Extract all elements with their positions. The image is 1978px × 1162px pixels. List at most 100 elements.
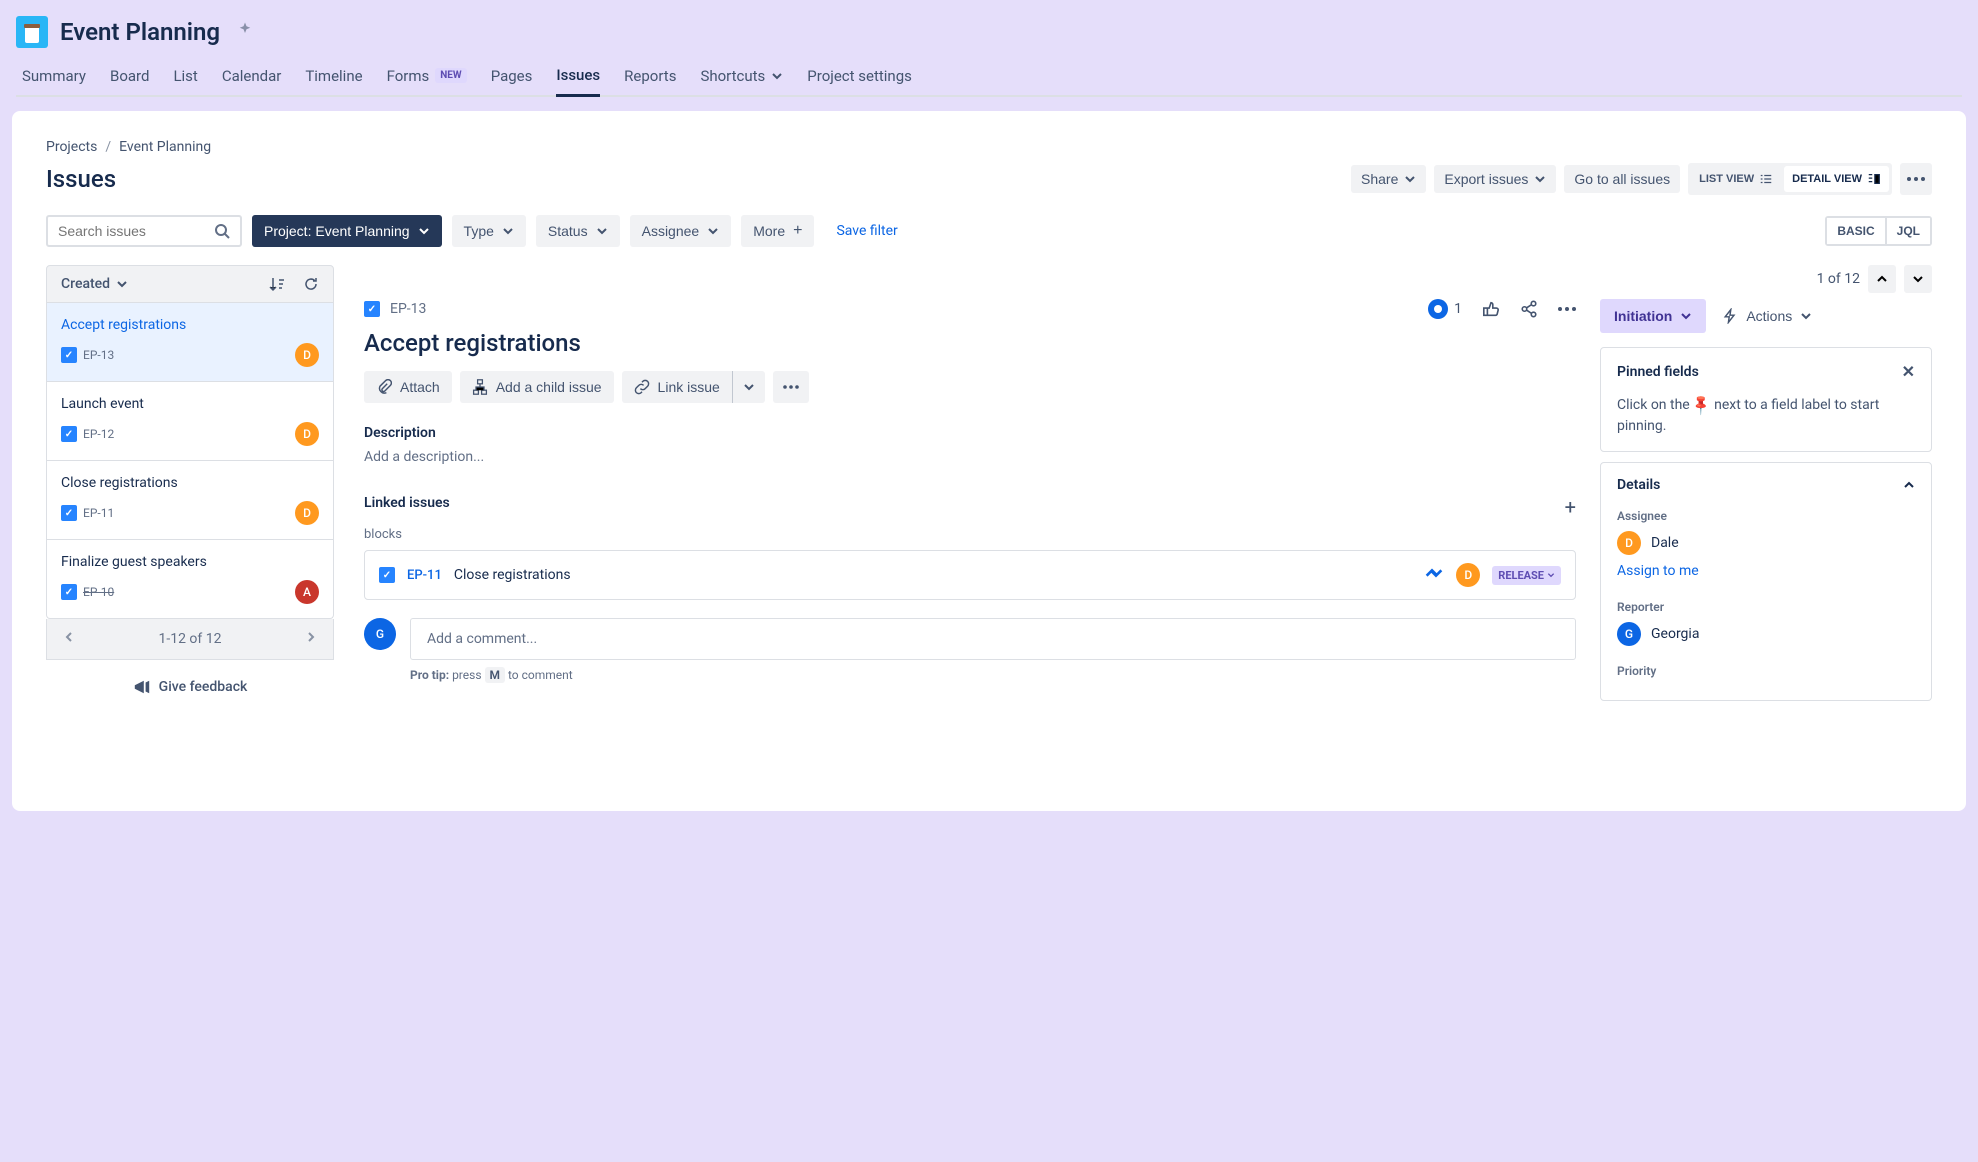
search-input[interactable]	[58, 223, 198, 239]
issue-item-key: EP-10	[83, 585, 114, 599]
more-options-button[interactable]	[1900, 163, 1932, 195]
chevron-down-icon	[771, 70, 783, 82]
customize-icon[interactable]	[236, 21, 254, 43]
sort-dropdown[interactable]: Created	[61, 276, 128, 292]
pager-next[interactable]	[301, 631, 321, 647]
priority-icon	[1424, 565, 1444, 585]
chevron-up-icon	[1903, 479, 1915, 491]
tab-forms[interactable]: Forms NEW	[387, 66, 467, 95]
pinned-fields-panel: Pinned fields ✕ Click on the 📌 next to a…	[1600, 347, 1932, 452]
linked-issue-title: Close registrations	[454, 567, 1412, 583]
add-linked-issue-button[interactable]: +	[1565, 495, 1576, 519]
eye-icon	[1428, 299, 1448, 319]
assignee-filter[interactable]: Assignee	[630, 215, 732, 247]
list-view-button[interactable]: LIST VIEW	[1691, 166, 1781, 192]
actions-dropdown[interactable]: Actions	[1718, 299, 1816, 333]
tab-issues[interactable]: Issues	[556, 66, 600, 97]
issue-item-key: EP-11	[83, 506, 114, 520]
close-pinned-button[interactable]: ✕	[1902, 362, 1915, 381]
project-icon	[16, 16, 48, 48]
tab-timeline[interactable]: Timeline	[305, 66, 362, 95]
linked-status-chip[interactable]: RELEASE	[1492, 566, 1561, 585]
assignee-label: Assignee	[1617, 507, 1915, 525]
detail-prev-button[interactable]	[1868, 265, 1896, 293]
sort-direction-icon[interactable]	[269, 276, 285, 292]
issue-item-key: EP-12	[83, 427, 114, 441]
jql-mode-button[interactable]: JQL	[1887, 218, 1930, 244]
link-issue-dropdown[interactable]	[733, 371, 765, 403]
link-issue-button[interactable]: Link issue	[622, 371, 732, 403]
basic-mode-button[interactable]: BASIC	[1827, 218, 1886, 244]
linked-issue-key[interactable]: EP-11	[407, 568, 442, 583]
tab-summary[interactable]: Summary	[22, 66, 86, 95]
pinned-fields-title: Pinned fields	[1617, 364, 1699, 380]
current-user-avatar: G	[364, 618, 396, 650]
breadcrumb-root[interactable]: Projects	[46, 139, 97, 155]
attach-button[interactable]: Attach	[364, 371, 452, 403]
pin-icon: 📌	[1688, 392, 1715, 419]
issue-item-title: Finalize guest speakers	[61, 554, 319, 570]
share-icon[interactable]	[1520, 300, 1538, 318]
breadcrumb-separator: /	[105, 139, 111, 155]
megaphone-icon	[133, 678, 151, 696]
chevron-down-icon	[1912, 273, 1924, 285]
issue-key[interactable]: EP-13	[390, 301, 426, 317]
tab-forms-label: Forms	[387, 67, 430, 85]
chevron-up-icon	[1876, 273, 1888, 285]
description-placeholder[interactable]: Add a description...	[364, 449, 1576, 465]
export-button[interactable]: Export issues	[1434, 165, 1556, 193]
assign-to-me-link[interactable]: Assign to me	[1617, 561, 1915, 582]
detail-paging-label: 1 of 12	[1817, 271, 1860, 287]
watch-button[interactable]: 1	[1428, 299, 1462, 319]
details-panel: Details Assignee D Dale Assign to me	[1600, 462, 1932, 701]
status-dropdown[interactable]: Initiation	[1600, 299, 1706, 333]
issue-list-item[interactable]: Accept registrations EP-13 D	[47, 303, 333, 382]
go-to-all-issues-button[interactable]: Go to all issues	[1564, 165, 1680, 193]
add-child-issue-button[interactable]: Add a child issue	[460, 371, 614, 403]
share-button[interactable]: Share	[1351, 165, 1426, 193]
status-filter[interactable]: Status	[536, 215, 620, 247]
more-filter[interactable]: More +	[741, 215, 814, 247]
assignee-avatar: A	[295, 580, 319, 604]
assignee-value[interactable]: D Dale	[1617, 531, 1915, 555]
chevron-down-icon	[707, 225, 719, 237]
plus-icon: +	[793, 223, 802, 239]
issue-list-item[interactable]: Close registrations EP-11 D	[47, 461, 333, 540]
tab-project-settings[interactable]: Project settings	[807, 66, 912, 95]
priority-label: Priority	[1617, 662, 1915, 680]
issue-title[interactable]: Accept registrations	[364, 329, 1576, 357]
chevron-down-icon	[1547, 571, 1555, 579]
reporter-value[interactable]: G Georgia	[1617, 622, 1915, 646]
issue-type-icon	[61, 347, 77, 363]
tab-shortcuts[interactable]: Shortcuts	[700, 66, 783, 95]
pager-prev[interactable]	[59, 631, 79, 647]
linked-issue-row[interactable]: EP-11 Close registrations D RELEASE	[364, 550, 1576, 600]
breadcrumb-project[interactable]: Event Planning	[119, 139, 211, 155]
thumbs-up-icon[interactable]	[1482, 300, 1500, 318]
project-filter[interactable]: Project: Event Planning	[252, 215, 442, 247]
tab-calendar[interactable]: Calendar	[222, 66, 282, 95]
comment-input[interactable]: Add a comment...	[410, 618, 1576, 660]
kebab-icon	[1907, 177, 1925, 181]
attachment-icon	[376, 379, 392, 395]
assignee-avatar: D	[295, 501, 319, 525]
tab-board[interactable]: Board	[110, 66, 149, 95]
feedback-button[interactable]: Give feedback	[46, 660, 334, 700]
tab-shortcuts-label: Shortcuts	[700, 67, 765, 85]
reporter-label: Reporter	[1617, 598, 1915, 616]
detail-next-button[interactable]	[1904, 265, 1932, 293]
issue-list-item[interactable]: Finalize guest speakers EP-10 A	[47, 540, 333, 618]
more-actions-button[interactable]	[773, 371, 809, 403]
issue-list-item[interactable]: Launch event EP-12 D	[47, 382, 333, 461]
detail-view-button[interactable]: DETAIL VIEW	[1784, 166, 1889, 192]
tab-reports[interactable]: Reports	[624, 66, 676, 95]
search-input-wrapper[interactable]	[46, 215, 242, 247]
kebab-icon[interactable]	[1558, 307, 1576, 311]
linked-avatar: D	[1456, 563, 1480, 587]
save-filter-link[interactable]: Save filter	[836, 223, 897, 239]
refresh-icon[interactable]	[303, 276, 319, 292]
tab-pages[interactable]: Pages	[491, 66, 533, 95]
tab-list[interactable]: List	[173, 66, 197, 95]
details-panel-header[interactable]: Details	[1601, 463, 1931, 507]
type-filter[interactable]: Type	[452, 215, 526, 247]
